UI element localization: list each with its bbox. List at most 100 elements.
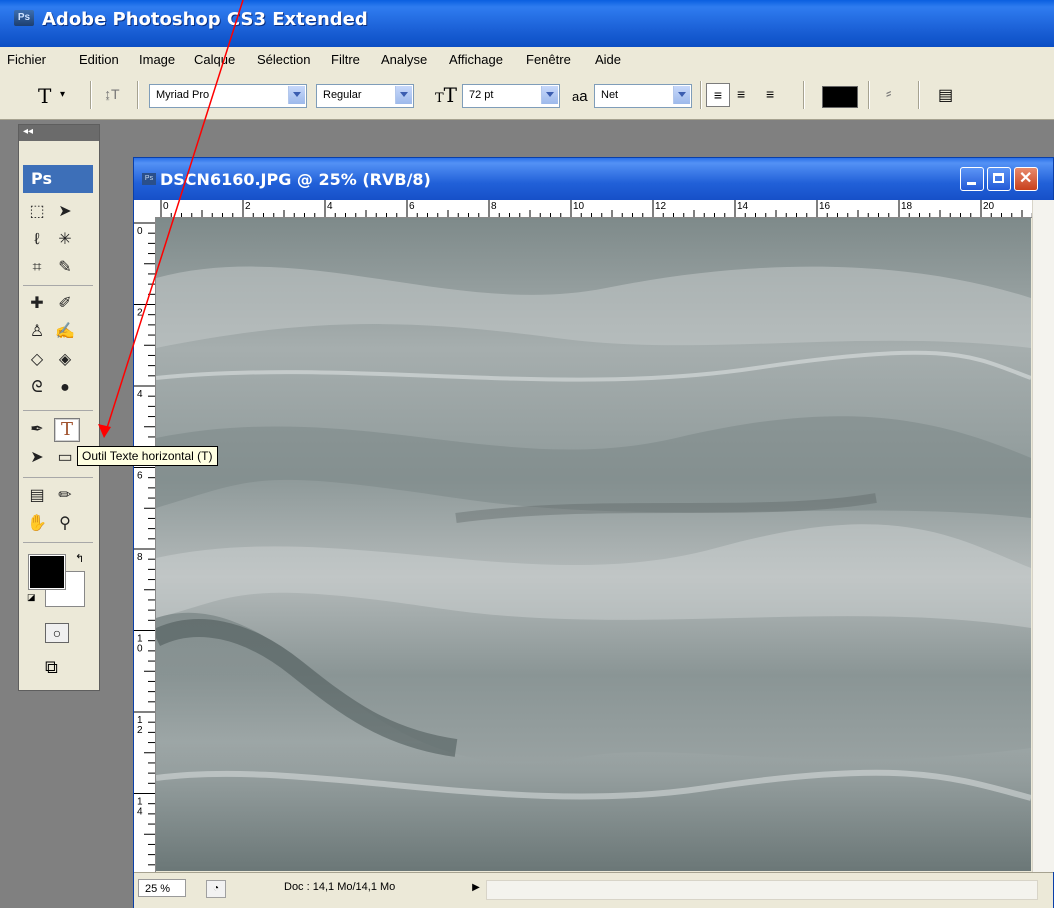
vertical-ruler[interactable]: 02468101214	[134, 217, 156, 872]
tools-panel-header[interactable]: ◂◂	[19, 125, 99, 141]
ruler-label: 2	[137, 725, 143, 736]
antialias-value: Net	[601, 89, 619, 101]
menu-edition[interactable]: Edition	[79, 52, 119, 67]
align-center-icon[interactable]: ≡	[737, 86, 745, 102]
swap-colors-icon[interactable]: ↰	[75, 552, 84, 565]
ruler-label: 6	[137, 471, 143, 482]
text-orientation-icon[interactable]: ↨T	[104, 86, 120, 102]
divider	[23, 477, 93, 478]
divider	[23, 285, 93, 286]
ruler-origin[interactable]	[134, 200, 156, 218]
align-left-icon[interactable]: ≡	[706, 83, 730, 107]
horizontal-ruler[interactable]: 0 2 4 6 8 10 12 14 16 18 20	[155, 200, 1032, 218]
marquee-tool-icon[interactable]: ⬚	[25, 201, 49, 223]
zoom-field[interactable]: 25 %	[138, 879, 186, 897]
zoom-tool-icon[interactable]: ⚲	[53, 513, 77, 535]
horizontal-scrollbar[interactable]	[486, 880, 1038, 900]
magic-wand-tool-icon[interactable]: ✳	[53, 229, 77, 251]
text-color-swatch[interactable]	[822, 86, 858, 108]
rectangle-tool-icon[interactable]: ▭	[53, 447, 77, 469]
chevron-down-icon[interactable]	[541, 86, 558, 104]
menu-affichage[interactable]: Affichage	[449, 52, 503, 67]
menu-calque[interactable]: Calque	[194, 52, 235, 67]
menu-filtre[interactable]: Filtre	[331, 52, 360, 67]
minimize-button[interactable]	[960, 167, 984, 191]
pen-tool-icon[interactable]: ✒	[25, 419, 49, 441]
menu-image[interactable]: Image	[139, 52, 175, 67]
app-title-bar: Ps Adobe Photoshop CS3 Extended	[0, 0, 1054, 47]
status-menu-arrow-icon[interactable]: ▶	[468, 880, 484, 896]
divider	[23, 542, 93, 543]
clone-stamp-icon[interactable]: ♙	[25, 321, 49, 343]
slice-tool-icon[interactable]: ✎	[53, 257, 77, 279]
vertical-scrollbar[interactable]	[1032, 200, 1054, 872]
ruler-label: 0	[163, 201, 169, 212]
menu-fichier[interactable]: Fichier	[7, 52, 46, 67]
crop-tool-icon[interactable]: ⌗	[25, 257, 49, 279]
foreground-color-swatch[interactable]	[28, 554, 66, 590]
ruler-label: 14	[737, 201, 749, 212]
chevron-down-icon[interactable]: ▾	[60, 89, 65, 100]
document-icon: Ps	[142, 173, 156, 185]
blur-tool-icon[interactable]: ᘓ	[25, 377, 49, 399]
horizontal-type-tool-icon[interactable]: T	[54, 418, 80, 442]
path-selection-icon[interactable]: ➤	[25, 447, 49, 469]
maximize-icon	[993, 173, 1004, 183]
status-bar: 25 % ◔ Doc : 14,1 Mo/14,1 Mo ▶	[134, 872, 1053, 908]
close-button[interactable]: ✕	[1014, 167, 1038, 191]
maximize-button[interactable]	[987, 167, 1011, 191]
hand-tool-icon[interactable]: ✋	[25, 513, 49, 535]
font-size-select[interactable]: 72 pt	[462, 84, 560, 108]
font-family-select[interactable]: Myriad Pro	[149, 84, 307, 108]
healing-brush-icon[interactable]: ✚	[25, 293, 49, 315]
minimize-icon	[967, 182, 976, 185]
history-brush-icon[interactable]: ✍	[53, 321, 77, 343]
collapse-icon[interactable]: ◂◂	[23, 126, 33, 137]
ruler-label: 10	[573, 201, 585, 212]
antialias-icon: aa	[572, 88, 588, 105]
document-title-bar[interactable]: Ps DSCN6160.JPG @ 25% (RVB/8) ✕	[134, 158, 1053, 200]
notes-tool-icon[interactable]: ▤	[25, 485, 49, 507]
paint-bucket-icon[interactable]: ◈	[53, 349, 77, 371]
menu-fenetre[interactable]: Fenêtre	[526, 52, 571, 67]
document-title: DSCN6160.JPG @ 25% (RVB/8)	[160, 170, 431, 189]
status-icon[interactable]: ◔	[206, 880, 226, 898]
separator	[700, 81, 702, 109]
antialias-select[interactable]: Net	[594, 84, 692, 108]
dodge-tool-icon[interactable]: ●	[53, 377, 77, 399]
brush-tool-icon[interactable]: ✐	[53, 293, 77, 315]
eyedropper-icon[interactable]: ✏	[53, 485, 77, 507]
photoshop-logo: Ps	[23, 165, 93, 193]
ruler-label: 4	[327, 201, 333, 212]
font-style-value: Regular	[323, 89, 362, 101]
eraser-tool-icon[interactable]: ◇	[25, 349, 49, 371]
chevron-down-icon[interactable]	[288, 86, 305, 104]
tools-panel: ◂◂ Ps ⬚ ➤ ℓ ✳ ⌗ ✎ ✚ ✐ ♙ ✍ ◇ ◈ ᘓ ● ✒ T ➤ …	[18, 124, 100, 691]
tool-preset-picker[interactable]: T	[38, 84, 51, 108]
font-size-value: 72 pt	[469, 89, 494, 101]
quick-mask-icon[interactable]: ○	[45, 623, 69, 643]
ruler-label: 20	[983, 201, 995, 212]
tooltip: Outil Texte horizontal (T)	[77, 446, 218, 466]
font-style-select[interactable]: Regular	[316, 84, 414, 108]
ruler-label: 6	[409, 201, 415, 212]
image-canvas[interactable]	[156, 218, 1031, 871]
move-tool-icon[interactable]: ➤	[53, 201, 77, 223]
menu-selection[interactable]: Sélection	[257, 52, 310, 67]
default-colors-icon[interactable]: ◪	[27, 592, 36, 603]
chevron-down-icon[interactable]	[395, 86, 412, 104]
chevron-down-icon[interactable]	[673, 86, 690, 104]
ruler-label: 2	[245, 201, 251, 212]
character-panel-icon[interactable]: ▤	[938, 85, 953, 105]
separator	[803, 81, 805, 109]
app-title: Adobe Photoshop CS3 Extended	[42, 9, 368, 30]
menu-aide[interactable]: Aide	[595, 52, 621, 67]
menu-analyse[interactable]: Analyse	[381, 52, 427, 67]
ruler-label: 0	[137, 644, 143, 655]
lasso-tool-icon[interactable]: ℓ	[25, 229, 49, 251]
separator	[137, 81, 139, 109]
warp-text-icon[interactable]: ⸗	[886, 85, 891, 103]
align-right-icon[interactable]: ≡	[766, 86, 774, 102]
close-icon: ✕	[1019, 170, 1033, 187]
screen-mode-icon[interactable]: ⧉	[45, 657, 58, 678]
